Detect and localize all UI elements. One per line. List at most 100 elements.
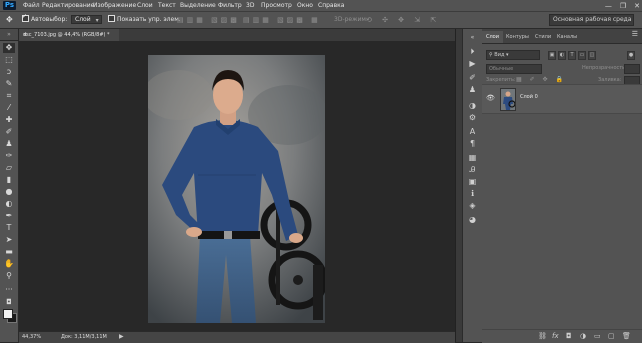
blend-mode-dropdown[interactable]: Обычные [486, 64, 542, 74]
swatches-icon[interactable]: ▦ [467, 153, 478, 163]
expand-panels-icon[interactable]: « [467, 33, 478, 43]
window-controls: — ❐ ✕ [605, 0, 640, 11]
filter-adjust-icon[interactable]: ◐ [558, 51, 566, 60]
autoselect-target-dropdown[interactable]: Слой [71, 15, 102, 24]
glyph-icon[interactable]: Ꭿ [467, 165, 478, 175]
info-icon[interactable]: ℹ [467, 189, 478, 199]
marquee-icon[interactable]: ⬚ [3, 55, 15, 65]
tab-styles[interactable]: Стили [531, 31, 555, 43]
color-icon[interactable]: ◕ [467, 215, 478, 225]
tab-layers[interactable]: Слои [482, 31, 503, 43]
lock-buttons[interactable]: ▦ ✐ ✥ 🔒 [516, 76, 566, 83]
brush-icon[interactable]: ✐ [3, 127, 15, 137]
layer-row[interactable]: 👁 Слой 0 [482, 84, 642, 114]
menu-type[interactable]: Текст [158, 1, 176, 10]
move-tool-preset-icon[interactable]: ✥ [6, 15, 13, 25]
clone-stamp-icon[interactable]: ♟ [3, 139, 15, 149]
path-select-icon[interactable]: ➤ [3, 235, 15, 245]
toolbar-grip[interactable]: » [0, 29, 18, 40]
menu-file[interactable]: Файл [23, 1, 40, 10]
adjustment-layer-icon[interactable]: ◑ [580, 331, 586, 342]
character-icon[interactable]: A [467, 127, 478, 137]
portrait-photo [148, 55, 325, 323]
status-bar: 44,37% Док: 3,11M/3,11M ▶ [19, 331, 455, 343]
history-brush-icon[interactable]: ✑ [3, 151, 15, 161]
clone-source-icon[interactable]: ♟ [467, 85, 478, 95]
opacity-field[interactable] [624, 64, 640, 74]
menu-edit[interactable]: Редактирование [42, 1, 94, 10]
pen-icon[interactable]: ✒ [3, 211, 15, 221]
add-mask-icon[interactable]: ◘ [566, 331, 572, 342]
foreground-color-swatch[interactable] [3, 309, 13, 319]
menu-view[interactable]: Просмотр [261, 1, 292, 10]
quick-mask-icon[interactable]: ◘ [3, 297, 15, 307]
type-icon[interactable]: T [3, 223, 15, 233]
autoselect-option[interactable]: Автовыбор: [22, 12, 67, 25]
eye-icon[interactable]: 👁 [486, 94, 495, 102]
more-tools-icon[interactable]: ··· [3, 285, 15, 295]
styles-icon[interactable]: ▣ [467, 177, 478, 187]
menu-help[interactable]: Справка [318, 1, 344, 10]
layer-style-icon[interactable]: fx [552, 331, 559, 342]
menu-select[interactable]: Выделение [180, 1, 216, 10]
trash-icon[interactable]: 🗑 [622, 331, 631, 342]
paragraph-icon[interactable]: ¶ [467, 139, 478, 149]
eyedropper-icon[interactable]: ⁄ [3, 103, 15, 113]
workspace-dropdown[interactable]: Основная рабочая среда [549, 14, 634, 26]
menu-window[interactable]: Окно [297, 1, 313, 10]
show-controls-checkbox[interactable] [108, 15, 115, 22]
lasso-icon[interactable]: ↄ [3, 67, 15, 77]
filter-shape-icon[interactable]: ▭ [578, 51, 586, 60]
move-icon[interactable]: ✥ [3, 43, 15, 53]
align-buttons-group[interactable]: ▤▥▦ ▧▨▩ [177, 15, 240, 25]
status-menu-icon[interactable]: ▶ [119, 332, 124, 342]
filter-type-icon[interactable]: T [568, 51, 576, 60]
menu-image[interactable]: Изображение [93, 1, 136, 10]
link-layers-icon[interactable]: ⛓ [538, 331, 547, 342]
fill-label: Заливка: [598, 77, 622, 83]
restore-icon[interactable]: ❐ [620, 2, 626, 10]
filter-smart-icon[interactable]: ◫ [588, 51, 596, 60]
history-icon[interactable]: ⏵ [467, 47, 478, 57]
menu-3d[interactable]: 3D [246, 1, 254, 10]
filter-kind-dropdown[interactable]: ⚲ Вид ▾ [486, 50, 540, 60]
hand-icon[interactable]: ✋ [3, 259, 15, 269]
new-group-icon[interactable]: ▭ [594, 331, 601, 342]
panel-menu-icon[interactable]: ☰ [632, 30, 638, 38]
close-window-icon[interactable]: ✕ [634, 2, 640, 10]
document-tab[interactable]: dsc_7103.jpg @ 44,4% (RGB/8#) * × [19, 29, 120, 41]
menu-filter[interactable]: Фильтр [218, 1, 242, 10]
brush-preset-icon[interactable]: ✐ [467, 73, 478, 83]
blur-icon[interactable]: ● [3, 187, 15, 197]
tab-strip [119, 29, 455, 41]
eraser-icon[interactable]: ▱ [3, 163, 15, 173]
dodge-icon[interactable]: ◐ [3, 199, 15, 209]
properties-icon[interactable]: ⚙ [467, 113, 478, 123]
document-image[interactable] [148, 55, 325, 323]
layer-name[interactable]: Слой 0 [520, 94, 538, 100]
tab-channels[interactable]: Каналы [553, 31, 581, 43]
filter-pixel-icon[interactable]: ▣ [548, 51, 556, 60]
tab-paths[interactable]: Контуры [502, 31, 533, 43]
minimize-icon[interactable]: — [605, 2, 612, 10]
filter-toggle-icon[interactable]: ● [627, 51, 635, 60]
adjust-icon[interactable]: ◑ [467, 101, 478, 111]
crop-icon[interactable]: ⌗ [3, 91, 15, 101]
healing-brush-icon[interactable]: ✚ [3, 115, 15, 125]
gradient-icon[interactable]: ▮ [3, 175, 15, 185]
close-tab-icon[interactable]: × [23, 30, 116, 40]
distribute-buttons-group[interactable]: ▤▥▦ ▧▨▩ ▦ [243, 15, 321, 25]
options-bar: ✥ Автовыбор: Слой Показать упр. элем. ▤▥… [0, 12, 642, 29]
panel-dock-edge [455, 29, 462, 342]
menu-layers[interactable]: Слои [137, 1, 153, 10]
quick-select-icon[interactable]: ✎ [3, 79, 15, 89]
show-controls-option[interactable]: Показать упр. элем. [108, 15, 181, 25]
3d-mode-tools[interactable]: ⟲ ✣ ✥ ⇲ ⇱ [366, 15, 440, 25]
new-layer-icon[interactable]: ▢ [608, 331, 615, 342]
autoselect-checkbox[interactable] [22, 12, 29, 22]
zoom-icon[interactable]: ⚲ [3, 271, 15, 281]
navigator-icon[interactable]: ◈ [467, 201, 478, 211]
play-icon[interactable]: ▶ [467, 59, 478, 69]
zoom-readout[interactable]: 44,37% [22, 333, 41, 342]
rectangle-icon[interactable]: ▬ [3, 247, 15, 257]
